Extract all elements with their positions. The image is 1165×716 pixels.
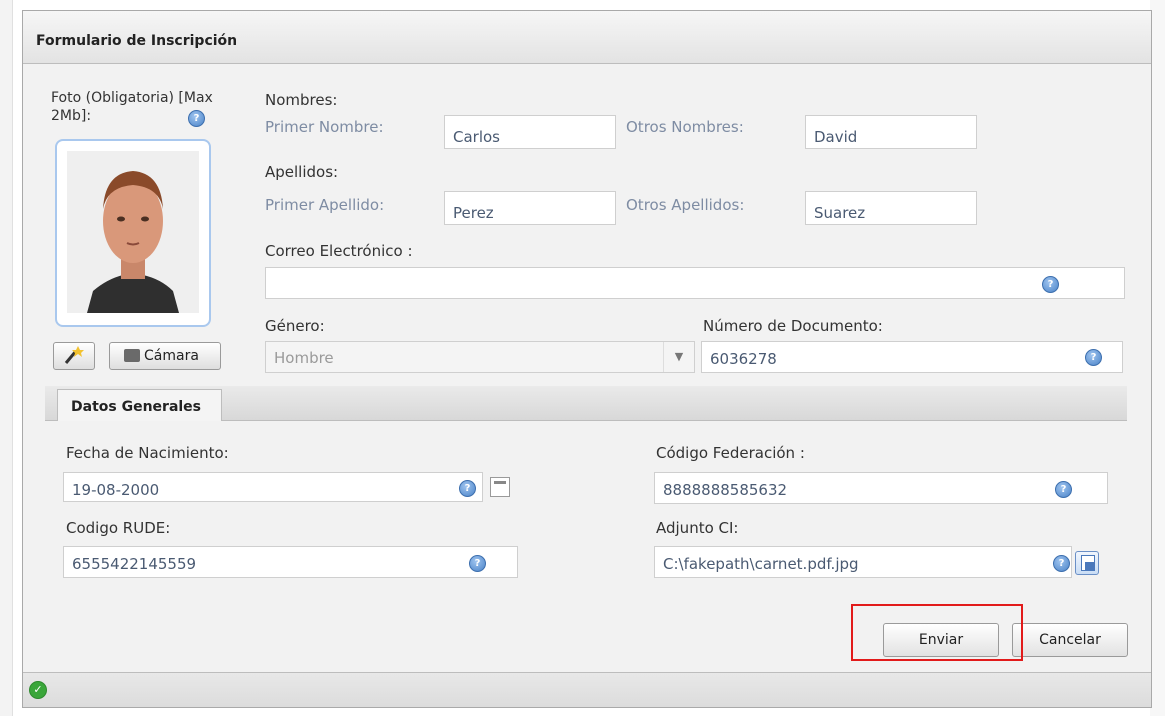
rude-label: Codigo RUDE: <box>66 519 171 537</box>
chevron-down-icon[interactable]: ▼ <box>663 342 694 372</box>
camera-icon <box>124 349 140 362</box>
photo-label: Foto (Obligatoria) [Max 2Mb]: <box>51 90 213 124</box>
background-page <box>0 0 13 716</box>
document-label: Número de Documento: <box>703 317 883 335</box>
photo-image <box>67 151 199 313</box>
gender-label: Género: <box>265 317 325 335</box>
background-page-right <box>1150 0 1165 716</box>
federation-code-help-icon[interactable]: ? <box>1055 481 1072 498</box>
magic-wand-icon <box>64 346 84 364</box>
dialog-header: Formulario de Inscripción <box>23 11 1151 64</box>
tab-datos-generales[interactable]: Datos Generales <box>57 389 222 421</box>
surnames-label: Apellidos: <box>265 163 339 181</box>
calendar-icon[interactable] <box>490 477 510 497</box>
document-help-icon[interactable]: ? <box>1085 349 1102 366</box>
person-photo-icon <box>67 151 199 313</box>
highlight-box <box>851 604 1023 661</box>
other-surnames-label: Otros Apellidos: <box>626 196 745 214</box>
email-input[interactable] <box>265 267 1125 299</box>
other-names-input[interactable]: David <box>805 115 977 149</box>
rude-input[interactable]: 6555422145559 <box>63 546 518 578</box>
check-circle-icon: ✓ <box>29 681 47 699</box>
birth-date-input[interactable]: 19-08-2000 <box>63 472 483 502</box>
other-names-label: Otros Nombres: <box>626 118 744 136</box>
photo-help-icon[interactable]: ? <box>188 110 205 127</box>
federation-code-input[interactable]: 8888888585632 <box>654 472 1108 504</box>
first-surname-label: Primer Apellido: <box>265 196 385 214</box>
tab-bar: Datos Generales <box>45 386 1127 421</box>
camera-button[interactable]: Cámara <box>109 342 221 370</box>
gender-select-value: Hombre <box>274 349 334 367</box>
birth-date-label: Fecha de Nacimiento: <box>66 444 229 462</box>
document-input[interactable]: 6036278 <box>701 341 1123 373</box>
photo-frame[interactable] <box>55 139 211 327</box>
first-name-label: Primer Nombre: <box>265 118 384 136</box>
rude-help-icon[interactable]: ? <box>469 555 486 572</box>
birth-date-help-icon[interactable]: ? <box>459 480 476 497</box>
ci-attachment-label: Adjunto CI: <box>656 519 739 537</box>
email-help-icon[interactable]: ? <box>1042 276 1059 293</box>
attach-file-icon[interactable] <box>1075 551 1099 575</box>
cancel-button[interactable]: Cancelar <box>1012 623 1128 657</box>
email-label: Correo Electrónico : <box>265 242 413 260</box>
dialog-footer: ✓ <box>23 672 1151 707</box>
camera-button-label: Cámara <box>144 348 199 364</box>
ci-attachment-input[interactable]: C:\fakepath\carnet.pdf.jpg <box>654 546 1072 578</box>
first-surname-input[interactable]: Perez <box>444 191 616 225</box>
first-name-input[interactable]: Carlos <box>444 115 616 149</box>
other-surnames-input[interactable]: Suarez <box>805 191 977 225</box>
names-label: Nombres: <box>265 91 338 109</box>
dialog-title: Formulario de Inscripción <box>36 33 238 49</box>
gender-select[interactable]: Hombre ▼ <box>265 341 695 373</box>
wand-button[interactable] <box>53 342 95 370</box>
federation-code-label: Código Federación : <box>656 444 805 462</box>
ci-attachment-help-icon[interactable]: ? <box>1053 555 1070 572</box>
